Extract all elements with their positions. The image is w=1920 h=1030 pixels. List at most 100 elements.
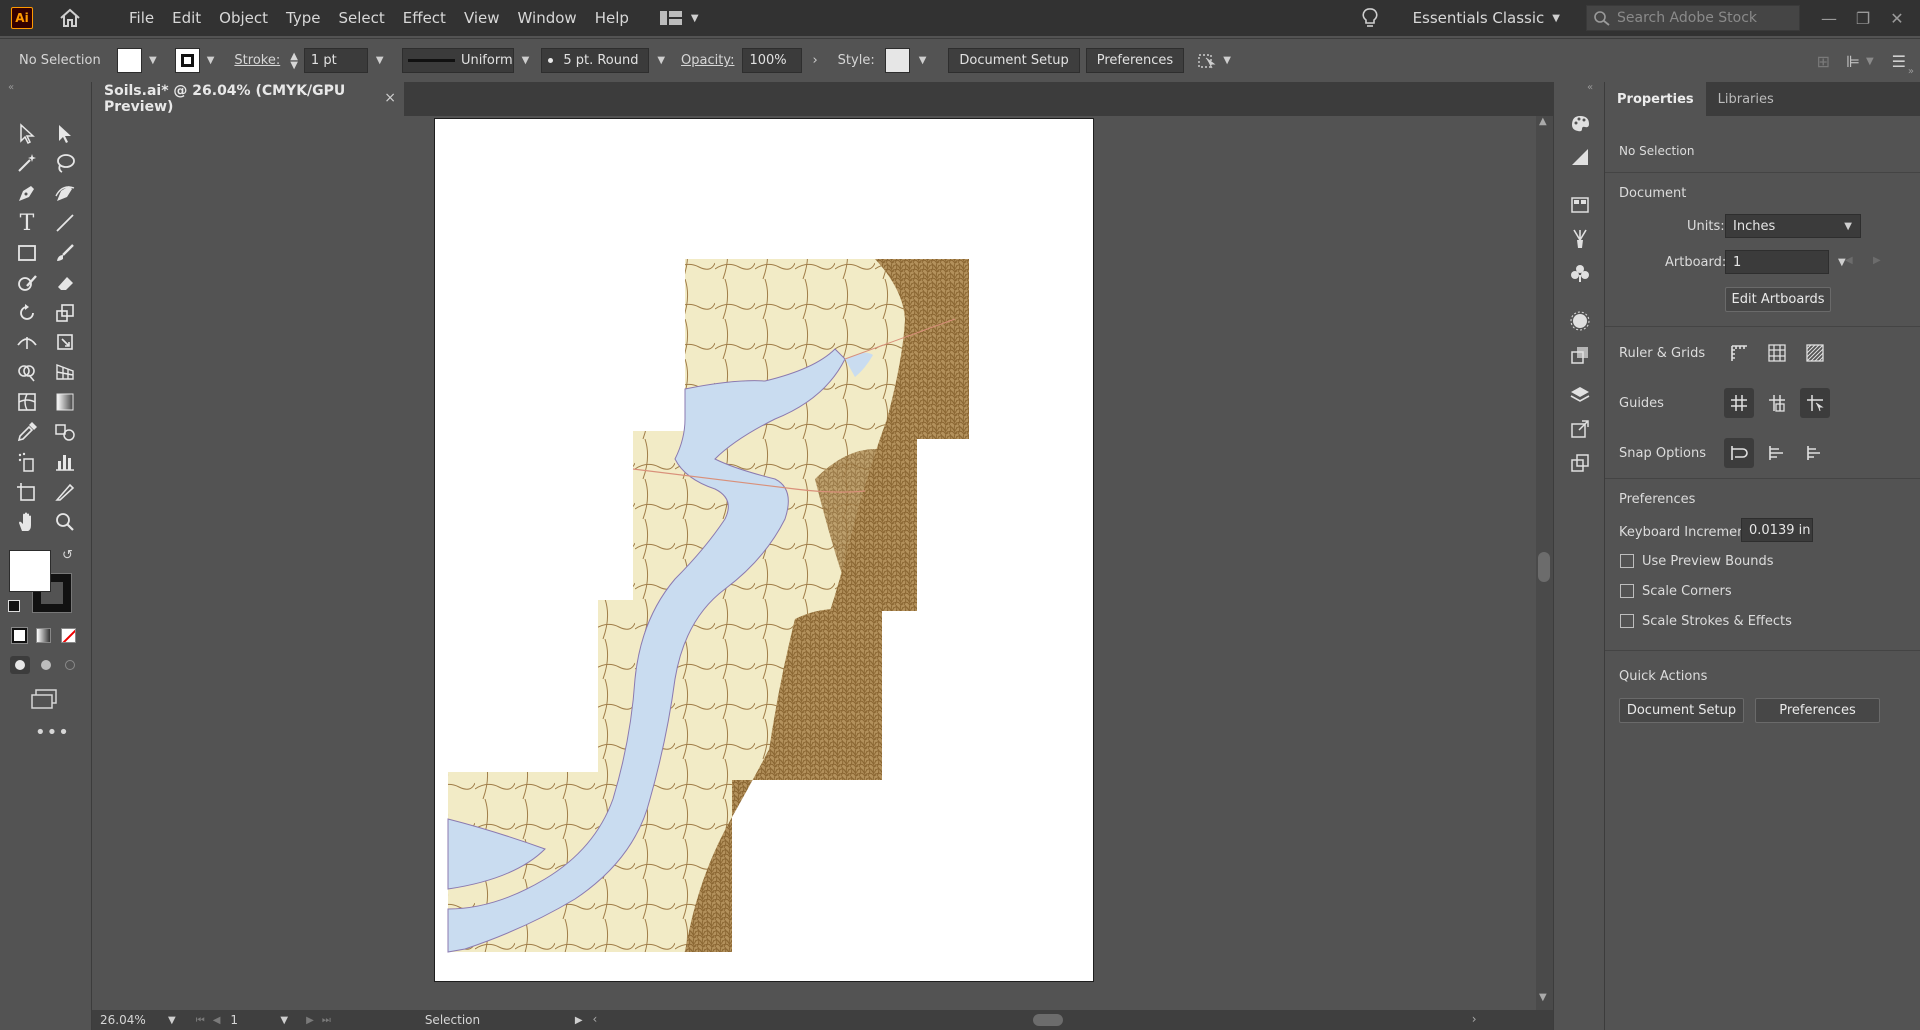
status-menu-icon[interactable]: ▶ xyxy=(575,1015,583,1026)
graphic-style-swatch[interactable] xyxy=(884,48,910,73)
color-mode-icon[interactable] xyxy=(11,627,28,644)
scroll-right-icon[interactable]: › xyxy=(1472,1012,1477,1026)
scale-tool-icon[interactable] xyxy=(50,299,80,327)
vertical-scrollbar[interactable]: ▲ ▼ xyxy=(1536,116,1553,1010)
color-guide-icon[interactable] xyxy=(1567,144,1593,170)
keyboard-increment-field[interactable]: 0.0139 in xyxy=(1741,518,1813,542)
curvature-tool-icon[interactable] xyxy=(50,179,80,207)
more-tools-icon[interactable]: ••• xyxy=(35,722,70,743)
snap-to-grid-icon[interactable] xyxy=(1800,438,1830,468)
smart-guides-icon[interactable] xyxy=(1762,388,1792,418)
brush-definition[interactable]: 5 pt. Round xyxy=(541,48,650,73)
color-panel-icon[interactable] xyxy=(1567,110,1593,136)
gradient-tool-icon[interactable] xyxy=(50,388,80,416)
collapse-icon[interactable]: « xyxy=(1587,82,1593,93)
last-artboard-icon[interactable]: ⏭ xyxy=(322,1015,331,1026)
transparency-panel-icon[interactable] xyxy=(1567,342,1593,368)
guides-icon[interactable] xyxy=(1724,388,1754,418)
next-artboard-icon[interactable]: ▶ xyxy=(1873,255,1881,266)
units-select[interactable]: Inches ▼ xyxy=(1725,214,1861,238)
opacity-label[interactable]: Opacity: xyxy=(681,53,734,68)
gradient-mode-icon[interactable] xyxy=(36,628,51,643)
menu-file[interactable]: File xyxy=(129,9,154,27)
horizontal-scrollbar[interactable]: ‹ › xyxy=(593,1012,1477,1028)
type-tool-icon[interactable]: T xyxy=(12,209,42,237)
chevron-down-icon[interactable]: ▼ xyxy=(376,55,384,66)
menu-help[interactable]: Help xyxy=(595,9,629,27)
fill-color-swatch-front[interactable] xyxy=(9,550,51,592)
line-segment-tool-icon[interactable] xyxy=(50,209,80,237)
blend-tool-icon[interactable] xyxy=(50,418,80,446)
symbol-sprayer-tool-icon[interactable] xyxy=(12,448,42,476)
document-setup-button[interactable]: Document Setup xyxy=(948,48,1080,73)
zoom-tool-icon[interactable] xyxy=(50,508,80,536)
slice-tool-icon[interactable] xyxy=(50,478,80,506)
previous-artboard-icon[interactable]: ◀ xyxy=(1845,255,1853,266)
chevron-down-icon[interactable]: ▼ xyxy=(149,55,157,66)
stroke-label[interactable]: Stroke: xyxy=(234,53,280,68)
shape-builder-tool-icon[interactable] xyxy=(12,358,42,386)
draw-behind-icon[interactable] xyxy=(36,656,56,674)
free-transform-tool-icon[interactable] xyxy=(50,328,80,356)
rectangle-tool-icon[interactable] xyxy=(12,239,42,267)
scale-corners-checkbox[interactable] xyxy=(1620,584,1634,598)
artboard-navigation-field[interactable]: 1 xyxy=(230,1013,274,1027)
scroll-down-icon[interactable]: ▼ xyxy=(1539,992,1547,1003)
stroke-swatch[interactable] xyxy=(174,48,200,73)
expand-icon[interactable]: » xyxy=(1908,66,1914,77)
scroll-thumb[interactable] xyxy=(1538,552,1550,582)
horizontal-scroll-thumb[interactable] xyxy=(1032,1014,1063,1026)
lasso-tool-icon[interactable] xyxy=(50,149,80,177)
transform-icon[interactable]: ⊞ xyxy=(1817,52,1830,71)
draw-inside-icon[interactable] xyxy=(60,656,80,674)
chevron-down-icon[interactable]: ▼ xyxy=(522,55,530,66)
chevron-down-icon[interactable]: ▼ xyxy=(657,55,665,66)
artboard[interactable] xyxy=(434,118,1094,982)
soil-map-artwork[interactable] xyxy=(435,119,1095,983)
swap-colors-icon[interactable]: ↺ xyxy=(62,548,73,563)
artboard-select[interactable]: 1 xyxy=(1725,250,1829,274)
menu-edit[interactable]: Edit xyxy=(172,9,201,27)
appearance-panel-icon[interactable] xyxy=(1567,308,1593,334)
default-colors-icon[interactable] xyxy=(8,600,20,612)
workspace-switcher[interactable]: Essentials Classic xyxy=(1413,9,1545,27)
lock-guides-icon[interactable] xyxy=(1800,388,1830,418)
chevron-down-icon[interactable]: ▼ xyxy=(1866,56,1874,67)
close-window-icon[interactable]: ✕ xyxy=(1882,9,1912,28)
minimize-icon[interactable]: — xyxy=(1814,9,1844,28)
artboards-panel-icon[interactable] xyxy=(1567,450,1593,476)
stock-search-input[interactable]: Search Adobe Stock xyxy=(1586,5,1800,31)
qa-document-setup-button[interactable]: Document Setup xyxy=(1619,698,1744,723)
grid-icon[interactable] xyxy=(1762,338,1792,368)
screen-mode-icon[interactable] xyxy=(30,688,60,710)
perspective-grid-tool-icon[interactable] xyxy=(50,358,80,386)
symbols-panel-icon[interactable] xyxy=(1567,260,1593,286)
direct-selection-tool-icon[interactable] xyxy=(50,120,80,148)
chevron-down-icon[interactable]: ▼ xyxy=(280,1015,288,1026)
snap-to-point-icon[interactable] xyxy=(1724,438,1754,468)
canvas[interactable] xyxy=(92,116,1536,1010)
scale-strokes-label[interactable]: Scale Strokes & Effects xyxy=(1642,614,1792,629)
pen-tool-icon[interactable] xyxy=(12,179,42,207)
column-graph-tool-icon[interactable] xyxy=(50,448,80,476)
tab-libraries[interactable]: Libraries xyxy=(1706,82,1786,116)
draw-normal-icon[interactable] xyxy=(10,656,30,674)
menu-effect[interactable]: Effect xyxy=(403,9,446,27)
menu-window[interactable]: Window xyxy=(518,9,577,27)
scroll-up-icon[interactable]: ▲ xyxy=(1539,116,1547,127)
ruler-icon[interactable] xyxy=(1724,338,1754,368)
snap-to-pixel-icon[interactable] xyxy=(1762,438,1792,468)
panel-menu-icon[interactable]: ☰ xyxy=(1892,52,1906,71)
layers-panel-icon[interactable] xyxy=(1567,382,1593,408)
shaper-tool-icon[interactable] xyxy=(12,269,42,297)
select-similar-icon[interactable]: ▼ xyxy=(1198,52,1231,70)
scale-corners-label[interactable]: Scale Corners xyxy=(1642,584,1732,599)
edit-artboards-button[interactable]: Edit Artboards xyxy=(1725,287,1831,312)
paintbrush-tool-icon[interactable] xyxy=(50,239,80,267)
mesh-tool-icon[interactable] xyxy=(12,388,42,416)
restore-icon[interactable]: ❐ xyxy=(1848,9,1878,28)
scale-strokes-checkbox[interactable] xyxy=(1620,614,1634,628)
chevron-down-icon[interactable]: ▼ xyxy=(168,1015,176,1026)
stepper-icon[interactable]: ▲ ▼ xyxy=(290,51,298,70)
chevron-right-icon[interactable]: › xyxy=(812,53,817,68)
